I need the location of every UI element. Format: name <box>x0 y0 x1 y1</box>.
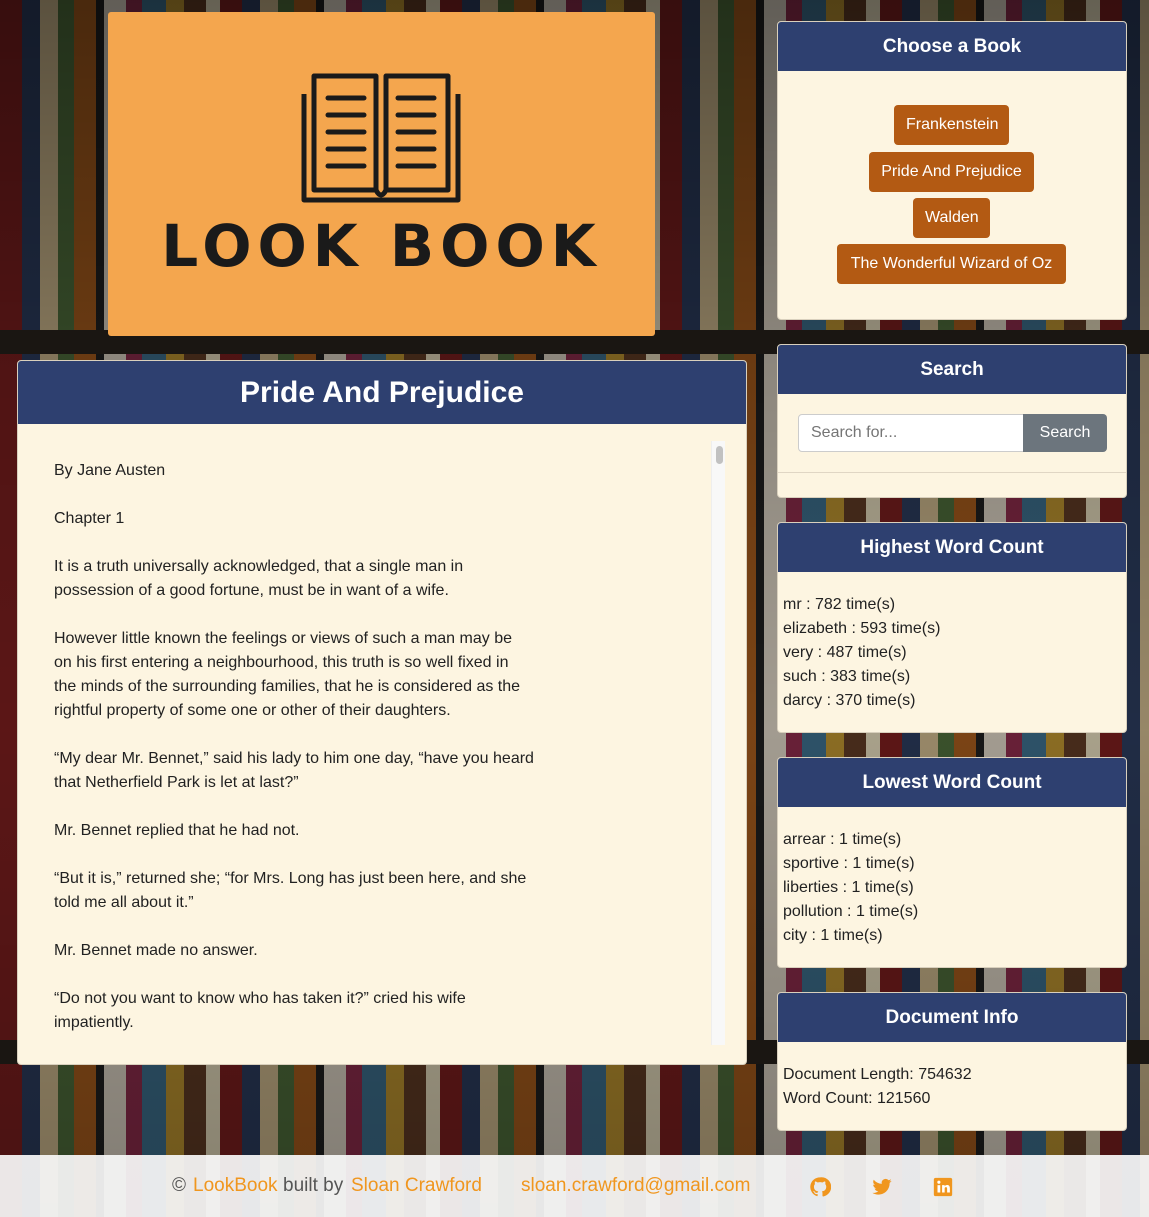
book-button-pride-and-prejudice[interactable]: Pride And Prejudice <box>869 152 1034 192</box>
list-item: liberties : 1 time(s) <box>783 879 914 896</box>
github-icon[interactable] <box>809 1176 831 1198</box>
list-item: arrear : 1 time(s) <box>783 831 902 848</box>
paragraph: Chapter 1 <box>54 510 125 527</box>
linkedin-icon[interactable] <box>932 1176 954 1198</box>
logo-text: LOOK BOOK <box>161 212 602 280</box>
book-text[interactable]: By Jane Austen Chapter 1 It is a truth u… <box>54 459 534 1043</box>
list-item: darcy : 370 time(s) <box>783 692 916 709</box>
paragraph: “My dear Mr. Bennet,” said his lady to h… <box>54 750 534 791</box>
book-button-frankenstein[interactable]: Frankenstein <box>894 105 1009 145</box>
list-item: very : 487 time(s) <box>783 644 907 661</box>
choose-book-title: Choose a Book <box>778 22 1126 71</box>
book-button-wizard-of-oz[interactable]: The Wonderful Wizard of Oz <box>837 244 1066 284</box>
author-link[interactable]: Sloan Crawford <box>351 1175 482 1197</box>
document-length: Document Length: 754632 <box>783 1066 972 1083</box>
footer: © LookBook built by Sloan Crawford sloan… <box>0 1155 1149 1217</box>
paragraph: Mr. Bennet replied that he had not. <box>54 822 300 839</box>
search-title: Search <box>778 345 1126 394</box>
search-panel: Search Search <box>777 344 1127 498</box>
list-item: city : 1 time(s) <box>783 927 883 944</box>
list-item: mr : 782 time(s) <box>783 596 896 613</box>
highest-word-count-title: Highest Word Count <box>778 523 1126 572</box>
brand-link[interactable]: LookBook <box>193 1175 278 1197</box>
choose-book-panel: Choose a Book Frankenstein Pride And Pre… <box>777 21 1127 320</box>
lookbook-logo[interactable]: LOOK BOOK <box>108 12 655 336</box>
word-count: Word Count: 121560 <box>783 1090 931 1107</box>
paragraph: “Do not you want to know who has taken i… <box>54 990 466 1031</box>
built-by-text: built by <box>283 1175 344 1196</box>
book-reader-panel: Pride And Prejudice By Jane Austen Chapt… <box>17 360 747 1065</box>
lowest-word-list: arrear : 1 time(s) sportive : 1 time(s) … <box>783 828 918 948</box>
document-info-list: Document Length: 754632 Word Count: 1215… <box>783 1063 972 1111</box>
highest-word-count-panel: Highest Word Count mr : 782 time(s) eliz… <box>777 522 1127 733</box>
scrollbar-thumb[interactable] <box>716 446 723 464</box>
list-item: sportive : 1 time(s) <box>783 855 915 872</box>
list-item: such : 383 time(s) <box>783 668 911 685</box>
search-input[interactable] <box>798 414 1024 452</box>
reader-scrollbar[interactable] <box>711 441 725 1045</box>
document-info-title: Document Info <box>778 993 1126 1042</box>
search-button[interactable]: Search <box>1023 414 1107 452</box>
lowest-word-count-panel: Lowest Word Count arrear : 1 time(s) spo… <box>777 757 1127 968</box>
twitter-icon[interactable] <box>871 1176 893 1198</box>
list-item: pollution : 1 time(s) <box>783 903 919 920</box>
highest-word-list: mr : 782 time(s) elizabeth : 593 time(s)… <box>783 593 940 713</box>
paragraph: “But it is,” returned she; “for Mrs. Lon… <box>54 870 527 911</box>
open-book-icon <box>301 73 461 203</box>
paragraph: It is a truth universally acknowledged, … <box>54 558 464 599</box>
paragraph: By Jane Austen <box>54 462 166 479</box>
book-button-walden[interactable]: Walden <box>913 198 990 238</box>
email-link[interactable]: sloan.crawford@gmail.com <box>521 1175 750 1197</box>
document-info-panel: Document Info Document Length: 754632 Wo… <box>777 992 1127 1131</box>
copyright-symbol: © <box>172 1175 186 1196</box>
list-item: elizabeth : 593 time(s) <box>783 620 941 637</box>
paragraph: Mr. Bennet made no answer. <box>54 942 258 959</box>
reader-title: Pride And Prejudice <box>18 361 746 424</box>
divider <box>778 472 1126 473</box>
paragraph: However little known the feelings or vie… <box>54 630 521 719</box>
lowest-word-count-title: Lowest Word Count <box>778 758 1126 807</box>
